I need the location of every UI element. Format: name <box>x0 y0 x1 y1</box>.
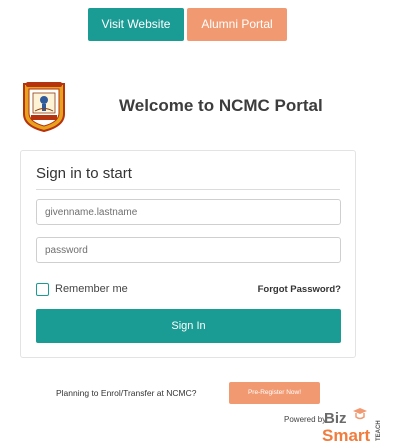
username-input[interactable] <box>36 199 341 225</box>
remember-me-checkbox[interactable] <box>36 283 49 296</box>
password-input[interactable] <box>36 237 341 263</box>
remember-me-label[interactable]: Remember me <box>55 283 128 295</box>
svg-text:Biz: Biz <box>324 410 347 427</box>
bizsmart-logo-icon: Biz Smart TEACH <box>322 408 382 443</box>
visit-website-button[interactable]: Visit Website <box>88 8 184 41</box>
top-nav: Visit Website Alumni Portal <box>88 8 287 41</box>
powered-by: Powered by Biz Smart TEACH <box>284 407 396 443</box>
svg-text:TEACH: TEACH <box>376 420 382 441</box>
svg-text:Smart: Smart <box>322 426 371 443</box>
page-title: Welcome to NCMC Portal <box>119 96 323 115</box>
login-card-title: Sign in to start <box>36 165 132 182</box>
ncmc-crest-icon <box>23 82 65 132</box>
login-card: Sign in to start Remember me Forgot Pass… <box>20 150 356 358</box>
divider <box>36 189 340 190</box>
portal-header: Welcome to NCMC Portal <box>22 80 382 132</box>
remember-row: Remember me Forgot Password? <box>36 283 341 299</box>
login-page: Visit Website Alumni Portal Welcome to N… <box>0 0 398 443</box>
forgot-password-link[interactable]: Forgot Password? <box>258 284 341 295</box>
sign-in-button[interactable]: Sign In <box>36 309 341 343</box>
preregister-text: Planning to Enrol/Transfer at NCMC? <box>56 388 197 398</box>
preregister-button[interactable]: Pre-Register Now! <box>229 382 320 404</box>
alumni-portal-button[interactable]: Alumni Portal <box>187 8 287 41</box>
